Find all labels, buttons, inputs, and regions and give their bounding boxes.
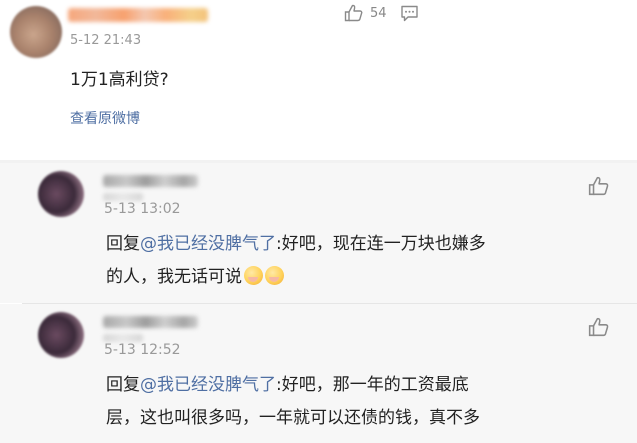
user-mention-link[interactable]: @我已经没脾气了 (140, 375, 276, 395)
reply-text: 回复@我已经没脾气了:好吧，现在连一万块也嫌多 的人，我无话可说 (106, 228, 606, 294)
like-button[interactable]: 54 (344, 4, 387, 22)
avatar[interactable] (10, 6, 62, 58)
reply-prefix: 回复 (106, 375, 140, 395)
username-blurred[interactable] (103, 175, 198, 187)
comment-icon[interactable] (400, 5, 419, 26)
thumbs-up-icon (588, 317, 609, 337)
thumbs-up-icon (588, 176, 609, 196)
main-comment: 5-12 21:43 54 1万1高利贷? 查看原微博 (0, 0, 637, 160)
user-mention-link[interactable]: @我已经没脾气了 (140, 234, 276, 254)
reply-item: 5-13 12:52 回复@我已经没脾气了:好吧，那一年的工资最底 层，这也叫很… (0, 304, 637, 443)
embarrassed-face-emoji (265, 266, 284, 285)
username-blurred[interactable] (68, 8, 208, 22)
comment-time: 5-12 21:43 (70, 33, 142, 48)
view-original-link[interactable]: 查看原微博 (70, 108, 140, 128)
reply-text-line2: 层，这也叫很多吗，一年就可以还债的钱，真不多 (106, 408, 480, 428)
reply-text: 回复@我已经没脾气了:好吧，那一年的工资最底 层，这也叫很多吗，一年就可以还债的… (106, 369, 606, 435)
avatar[interactable] (38, 312, 84, 358)
reply-text-line1: :好吧，现在连一万块也嫌多 (276, 234, 486, 254)
reply-prefix: 回复 (106, 234, 140, 254)
user-badge-blurred (103, 193, 143, 201)
like-count: 54 (370, 5, 387, 21)
username-blurred[interactable] (103, 316, 198, 328)
reply-text-line1: :好吧，那一年的工资最底 (276, 375, 469, 395)
like-button[interactable] (588, 317, 609, 337)
avatar[interactable] (38, 171, 84, 217)
reply-item: 5-13 13:02 回复@我已经没脾气了:好吧，现在连一万块也嫌多 的人，我无… (0, 163, 637, 303)
embarrassed-face-emoji (244, 266, 263, 285)
thumbs-up-icon (344, 4, 363, 22)
reply-text-line2: 的人，我无话可说 (106, 267, 242, 287)
user-badge-blurred (103, 334, 143, 342)
reply-time: 5-13 13:02 (104, 201, 181, 217)
like-button[interactable] (588, 176, 609, 196)
reply-time: 5-13 12:52 (104, 342, 181, 358)
comment-text: 1万1高利贷? (70, 70, 169, 90)
